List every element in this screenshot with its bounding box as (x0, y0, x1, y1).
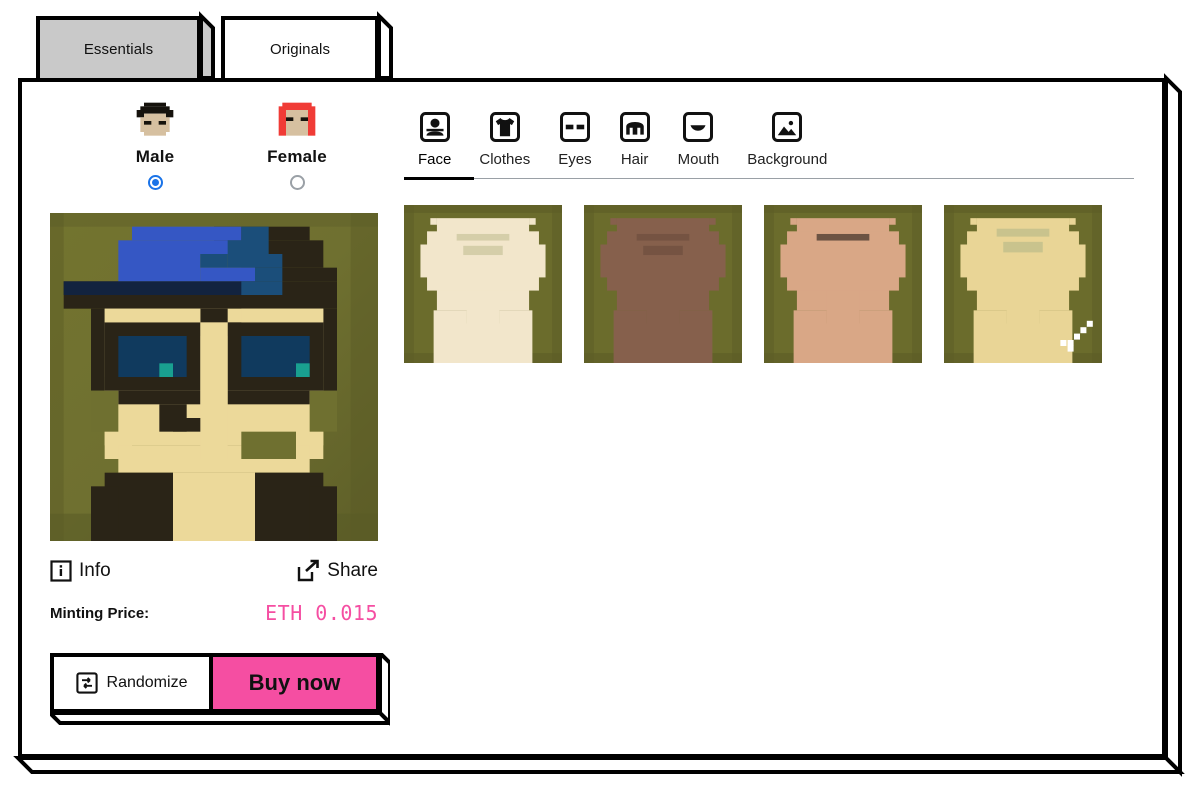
randomize-button[interactable]: Randomize (50, 653, 213, 713)
info-label: Info (79, 560, 111, 581)
gender-radio-female[interactable] (289, 175, 305, 190)
face-option-grid (404, 205, 1134, 363)
tab-originals[interactable]: Originals (221, 16, 379, 78)
tab-mouth[interactable]: Mouth (664, 112, 734, 178)
tab-clothes-label: Clothes (479, 151, 531, 168)
tab-essentials[interactable]: Essentials (36, 16, 201, 78)
hair-icon (619, 112, 650, 142)
face-icon (419, 112, 450, 142)
face-thumb-tan (764, 205, 922, 363)
main-window: Male Female Info Share Minting Price: ET… (18, 78, 1166, 758)
avatar-actions-row: Info Share (50, 559, 378, 583)
info-icon (50, 560, 72, 582)
minting-price-row: Minting Price: ETH 0.015 (50, 601, 378, 625)
gender-option-female[interactable]: Female (258, 102, 336, 190)
tab-hair-label: Hair (620, 151, 649, 168)
tab-originals-label: Originals (269, 40, 331, 58)
app-root: Essentials Originals Male Female Info Sh… (0, 0, 1200, 810)
tab-background[interactable]: Background (733, 112, 841, 178)
minting-price-label: Minting Price: (50, 604, 150, 622)
buy-now-label: Buy now (248, 670, 341, 695)
face-option-1[interactable] (404, 205, 562, 363)
face-option-2[interactable] (584, 205, 742, 363)
share-button[interactable]: Share (296, 559, 378, 583)
tab-face-label: Face (418, 151, 452, 168)
minting-price-value: ETH 0.015 (265, 601, 378, 625)
gender-option-male[interactable]: Male (116, 102, 194, 190)
window-tabbar: Essentials Originals (0, 0, 1200, 80)
tab-clothes[interactable]: Clothes (465, 112, 544, 178)
eyes-icon (559, 112, 590, 142)
mouth-icon (683, 112, 714, 142)
buy-now-button[interactable]: Buy now (209, 653, 380, 713)
tab-eyes[interactable]: Eyes (544, 112, 605, 178)
tab-background-label: Background (747, 151, 828, 168)
tshirt-icon (489, 112, 520, 142)
tab-hair[interactable]: Hair (606, 112, 664, 178)
action-buttons-row: Randomize Buy now (50, 653, 390, 726)
face-option-4[interactable] (944, 205, 1102, 363)
avatar-preview (50, 213, 378, 541)
face-option-3[interactable] (764, 205, 922, 363)
randomize-label: Randomize (106, 674, 188, 691)
left-panel: Male Female Info Share Minting Price: ET… (50, 102, 390, 726)
category-tabs: Face Clothes Eyes Hair Mouth Background (404, 112, 1134, 178)
info-button[interactable]: Info (50, 560, 111, 582)
tab-essentials-label: Essentials (83, 40, 154, 58)
tab-eyes-label: Eyes (558, 151, 592, 168)
gender-label-male: Male (135, 147, 175, 166)
category-tabs-underline (404, 177, 1134, 180)
female-pixel-avatar-icon (278, 102, 316, 136)
tab-mouth-label: Mouth (677, 151, 720, 168)
share-external-icon (298, 559, 320, 582)
tab-face[interactable]: Face (404, 112, 465, 178)
gender-label-female: Female (267, 147, 327, 166)
male-pixel-avatar-icon (136, 102, 174, 136)
pixel-cursor-trail-icon (1060, 320, 1093, 352)
share-label: Share (327, 560, 378, 581)
background-icon (772, 112, 803, 142)
right-panel: Face Clothes Eyes Hair Mouth Background (404, 112, 1134, 363)
gender-radio-male[interactable] (147, 175, 163, 190)
face-thumb-pale (404, 205, 562, 363)
gender-selector: Male Female (50, 102, 390, 190)
randomize-icon (75, 672, 98, 694)
active-tab-indicator (404, 177, 474, 180)
face-thumb-dark (584, 205, 742, 363)
